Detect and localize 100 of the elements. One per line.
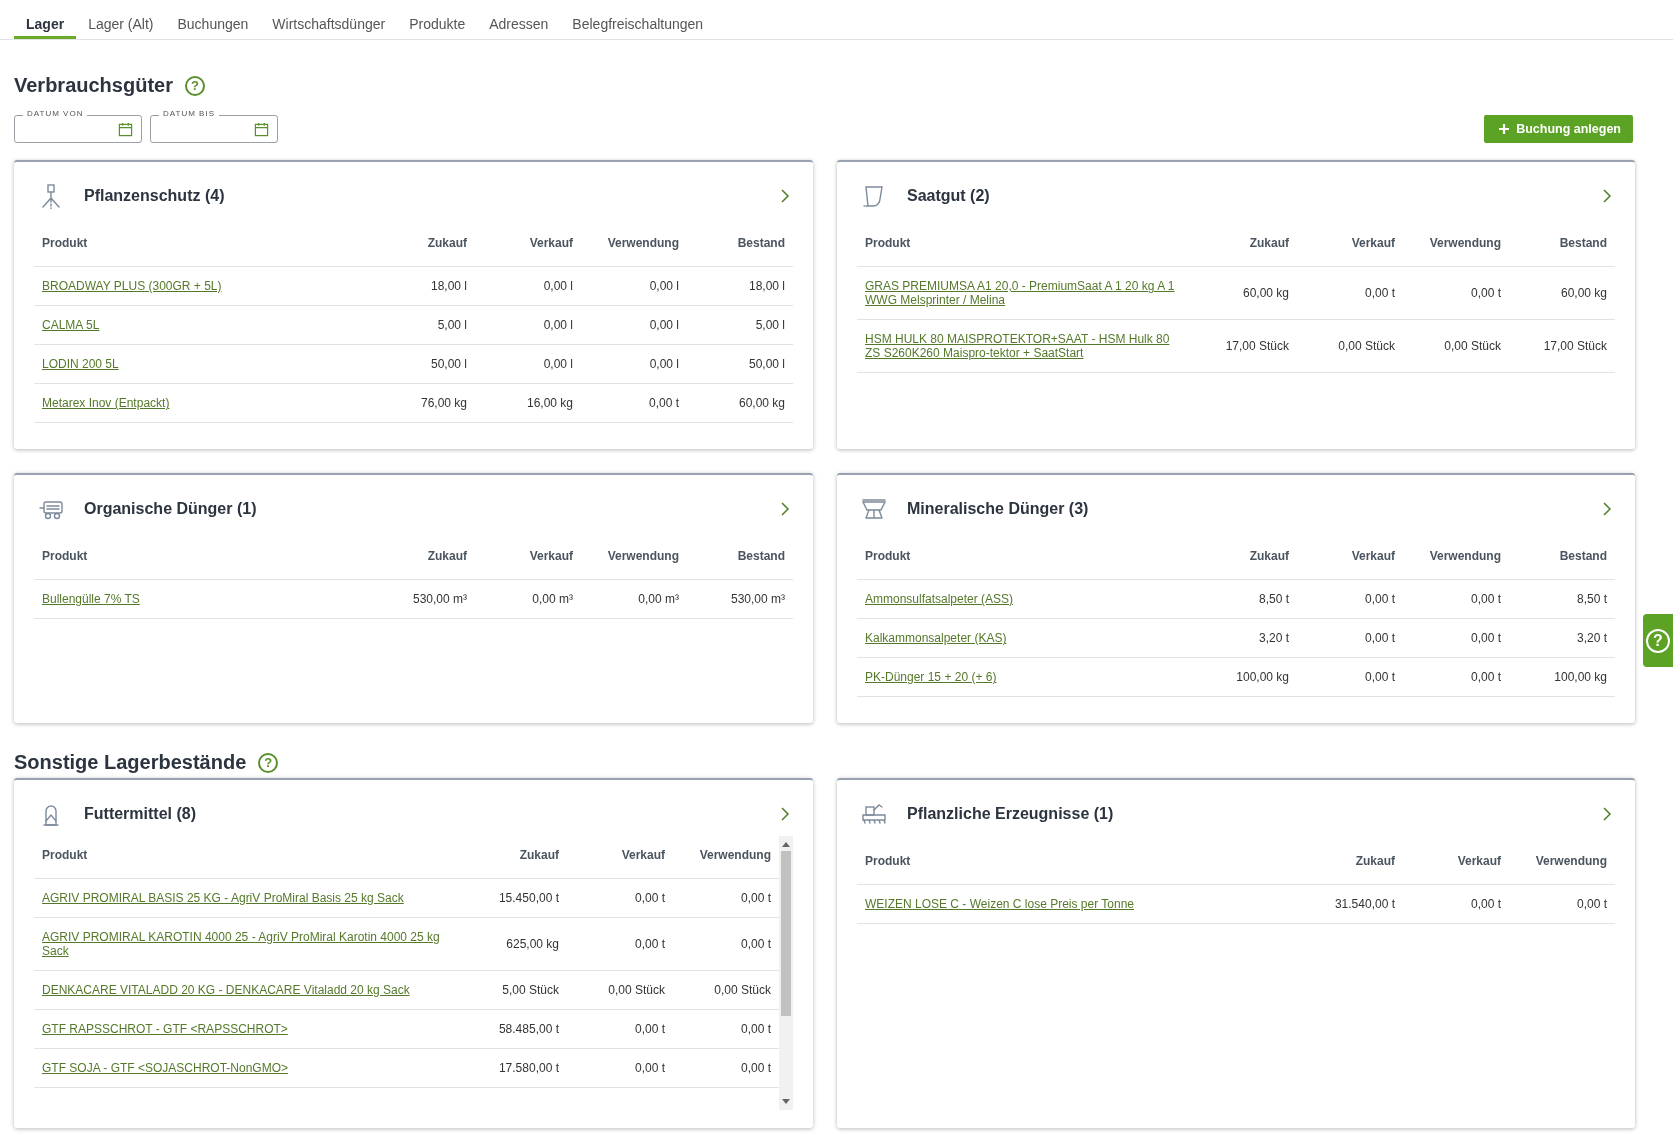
nav-tab[interactable]: Belegfreischaltungen (560, 0, 716, 39)
table-cell: 5,00 l (369, 305, 475, 345)
card-title: Futtermittel (8) (84, 805, 197, 823)
table-cell: 0,00 l (581, 305, 687, 345)
nav-tab[interactable]: Produkte (397, 0, 478, 39)
product-link[interactable]: GRAS PREMIUMSA A1 20,0 - PremiumSaat A 1 20 kg A 1 WWG Melsprinter / Melina (865, 279, 1183, 307)
product-link[interactable]: Bullengülle 7% TS (42, 592, 140, 606)
table-cell: 5,00 l (687, 305, 793, 345)
table-cell: 3,20 t (1509, 618, 1615, 658)
table-cell: 0,00 t (1297, 579, 1403, 619)
table-cell: 0,00 t (567, 878, 673, 918)
table-cell: 0,00 l (581, 266, 687, 306)
table-cell: 0,00 t (1403, 618, 1509, 658)
nav-tab[interactable]: Lager (14, 0, 77, 39)
table-cell: 50,00 l (369, 344, 475, 384)
chevron-icon[interactable] (1601, 501, 1613, 517)
column-header: Verkauf (1403, 834, 1509, 885)
add-booking-button[interactable]: Buchung anlegen (1484, 115, 1633, 143)
table-cell: 0,00 m³ (581, 579, 687, 619)
nav-tab[interactable]: Lager (Alt) (76, 0, 166, 39)
table-cell: 0,00 t (1403, 884, 1509, 924)
table-cell: 60,00 kg (687, 383, 793, 423)
product-link[interactable]: Metarex Inov (Entpackt) (42, 396, 170, 410)
product-link[interactable]: PK-Dünger 15 + 20 (+ 6) (865, 670, 997, 684)
table-cell: 16,00 kg (475, 383, 581, 423)
table-cell: 100,00 kg (1509, 657, 1615, 697)
calendar-icon[interactable] (254, 121, 269, 137)
table-cell: 625,00 kg (461, 917, 567, 971)
table-cell: 58.485,00 t (461, 1009, 567, 1049)
product-link[interactable]: GTF RAPSSCHROT - GTF <RAPSSCHROT> (42, 1022, 288, 1036)
table-cell: 0,00 Stück (567, 970, 673, 1010)
section-title: Sonstige Lagerbestände (14, 751, 247, 774)
table-cell: 100,00 kg (1191, 657, 1297, 697)
table-cell: 0,00 Stück (1403, 319, 1509, 373)
scrollbar[interactable] (779, 836, 793, 1110)
table-cell: 3,20 t (1191, 618, 1297, 658)
product-link[interactable]: DENKACARE VITALADD 20 KG - DENKACARE Vitaladd 20 kg Sack (42, 983, 410, 997)
column-header: Verkauf (475, 216, 581, 267)
table-cell: 0,00 t (1297, 657, 1403, 697)
section-title: Verbrauchsgüter (14, 74, 173, 97)
help-icon[interactable]: ? (258, 752, 279, 773)
column-header: Verwendung (1403, 216, 1509, 267)
help-tab[interactable]: ? (1643, 614, 1673, 667)
column-header: Verkauf (1297, 529, 1403, 580)
chevron-icon[interactable] (779, 501, 791, 517)
column-header: Bestand (687, 529, 793, 580)
chevron-icon[interactable] (779, 806, 791, 822)
chevron-icon[interactable] (779, 188, 791, 204)
table-cell: 31.540,00 t (1297, 884, 1403, 924)
table-cell: 17,00 Stück (1191, 319, 1297, 373)
table-cell: 0,00 t (567, 917, 673, 971)
column-header: Verwendung (1509, 834, 1615, 885)
product-link[interactable]: AGRIV PROMIRAL BASIS 25 KG - AgriV ProMiral Basis 25 kg Sack (42, 891, 404, 905)
nav-tab[interactable]: Wirtschaftsdünger (260, 0, 398, 39)
column-header: Bestand (687, 216, 793, 267)
table-cell: 8,50 t (1191, 579, 1297, 619)
table-cell: 0,00 l (475, 344, 581, 384)
column-header: Zukauf (369, 216, 475, 267)
product-link[interactable]: HSM HULK 80 MAISPROTEKTOR+SAAT - HSM Hulk 80 ZS S260K260 Maispro-tektor + SaatStart (865, 332, 1183, 360)
product-link[interactable]: GTF SOJA - GTF <SOJASCHROT-NonGMO> (42, 1061, 289, 1075)
column-header: Produkt (857, 529, 1191, 580)
nav-tab[interactable]: Adressen (477, 0, 561, 39)
column-header: Zukauf (1297, 834, 1403, 885)
column-header: Verkauf (1297, 216, 1403, 267)
table-cell: 0,00 l (475, 266, 581, 306)
column-header: Verwendung (581, 529, 687, 580)
calendar-icon[interactable] (118, 121, 133, 137)
column-header: Produkt (34, 836, 461, 879)
table-cell: 0,00 l (475, 305, 581, 345)
chevron-icon[interactable] (1601, 806, 1613, 822)
column-header: Verwendung (1403, 529, 1509, 580)
table-cell: 0,00 t (1403, 266, 1509, 320)
help-icon[interactable]: ? (184, 75, 205, 96)
chevron-icon[interactable] (1601, 188, 1613, 204)
table-cell: 0,00 t (1403, 579, 1509, 619)
product-link[interactable]: WEIZEN LOSE C - Weizen C lose Preis per Tonne (865, 897, 1134, 911)
table-cell: 530,00 m³ (687, 579, 793, 619)
product-link[interactable]: Kalkammonsalpeter (KAS) (865, 631, 1007, 645)
table-cell: 0,00 t (1509, 884, 1615, 924)
nav-tab[interactable]: Buchungen (165, 0, 261, 39)
table-cell: 0,00 m³ (475, 579, 581, 619)
product-link[interactable]: Ammonsulfatsalpeter (ASS) (865, 592, 1014, 606)
product-link[interactable]: BROADWAY PLUS (300GR + 5L) (42, 279, 222, 293)
table-cell: 8,50 t (1509, 579, 1615, 619)
table-cell: 0,00 t (567, 1009, 673, 1049)
table-cell: 530,00 m³ (369, 579, 475, 619)
harvester-icon (861, 801, 887, 827)
product-link[interactable]: LODIN 200 5L (42, 357, 119, 371)
table-cell: 18,00 l (369, 266, 475, 306)
table-cell: 15.450,00 t (461, 878, 567, 918)
product-link[interactable]: CALMA 5L (42, 318, 100, 332)
column-header: Produkt (857, 834, 1297, 885)
column-header: Zukauf (369, 529, 475, 580)
table-cell: 18,00 l (687, 266, 793, 306)
table-cell: 17,00 Stück (1509, 319, 1615, 373)
table-cell: 17.580,00 t (461, 1048, 567, 1088)
column-header: Produkt (857, 216, 1191, 267)
table-cell: 0,00 t (1297, 618, 1403, 658)
column-header: Verkauf (475, 529, 581, 580)
product-link[interactable]: AGRIV PROMIRAL KAROTIN 4000 25 - AgriV ProMiral Karotin 4000 25 kg Sack (42, 930, 453, 958)
